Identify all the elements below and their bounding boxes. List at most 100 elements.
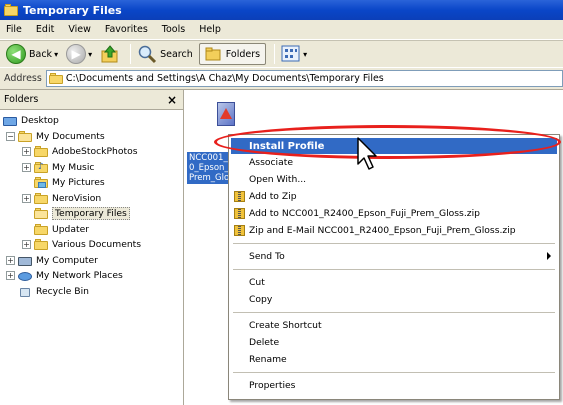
tree-item-label: NeroVision — [52, 192, 102, 204]
folder-tree: Desktop − My Documents + AdobeStockPhoto… — [0, 110, 183, 299]
icc-profile-file-icon[interactable] — [215, 102, 237, 128]
highlight-ellipse-annotation — [214, 125, 561, 159]
tree-item-label: My Documents — [36, 130, 105, 142]
close-icon[interactable]: × — [167, 93, 177, 107]
tree-item-desktop[interactable]: Desktop — [0, 113, 183, 129]
folder-open-icon — [34, 208, 48, 220]
address-bar: Address C:\Documents and Settings\A Chaz… — [0, 68, 563, 90]
views-button[interactable]: ▾ — [279, 43, 309, 65]
folder-icon — [34, 239, 48, 251]
expand-icon[interactable]: + — [22, 240, 31, 250]
address-input[interactable]: C:\Documents and Settings\A Chaz\My Docu… — [45, 70, 563, 87]
menu-item-label: Send To — [249, 251, 285, 262]
tree-item-my-documents[interactable]: − My Documents — [0, 129, 183, 145]
toolbar-separator — [130, 44, 132, 64]
tree-item-label: My Pictures — [52, 177, 105, 189]
tree-item-adobestockphotos[interactable]: + AdobeStockPhotos — [0, 144, 183, 160]
menu-item-label: Zip and E-Mail NCC001_R2400_Epson_Fuji_P… — [249, 225, 516, 236]
search-icon — [138, 45, 157, 64]
folders-pane-header: Folders × — [0, 90, 183, 110]
menu-item-add-to-named-zip[interactable]: Add to NCC001_R2400_Epson_Fuji_Prem_Glos… — [231, 205, 557, 222]
tree-item-various-documents[interactable]: + Various Documents — [0, 237, 183, 253]
views-icon — [281, 45, 300, 62]
menu-item-send-to[interactable]: Send To — [231, 248, 557, 265]
tree-item-my-pictures[interactable]: My Pictures — [0, 175, 183, 191]
tree-item-label: Desktop — [21, 115, 59, 127]
menu-separator — [233, 243, 555, 244]
tree-item-label: AdobeStockPhotos — [52, 146, 138, 158]
network-icon — [18, 270, 32, 282]
computer-icon — [18, 255, 32, 266]
folders-button[interactable]: Folders — [198, 43, 267, 65]
menu-item-rename[interactable]: Rename — [231, 351, 557, 368]
menu-favorites[interactable]: Favorites — [105, 24, 148, 35]
expand-icon[interactable]: + — [22, 162, 31, 172]
menu-view[interactable]: View — [68, 24, 91, 35]
chevron-down-icon[interactable]: ▾ — [303, 50, 307, 59]
tree-item-label: Recycle Bin — [36, 285, 89, 297]
expand-icon[interactable]: + — [6, 271, 15, 281]
tree-item-my-computer[interactable]: + My Computer — [0, 253, 183, 269]
menu-item-delete[interactable]: Delete — [231, 334, 557, 351]
expand-icon[interactable]: + — [22, 193, 31, 203]
menu-item-zip-and-email[interactable]: Zip and E-Mail NCC001_R2400_Epson_Fuji_P… — [231, 222, 557, 239]
tree-item-nerovision[interactable]: + NeroVision — [0, 191, 183, 207]
back-label: Back — [29, 48, 53, 60]
expand-icon[interactable]: + — [22, 147, 31, 157]
forward-button[interactable]: ▶ ▾ — [64, 43, 94, 65]
up-folder-icon — [101, 45, 118, 63]
mouse-pointer-icon — [357, 137, 377, 170]
tree-item-updater[interactable]: Updater — [0, 222, 183, 238]
tree-item-temporary-files[interactable]: Temporary Files — [0, 206, 183, 222]
menu-item-cut[interactable]: Cut — [231, 274, 557, 291]
chevron-down-icon[interactable]: ▾ — [54, 50, 58, 59]
menu-item-copy[interactable]: Copy — [231, 291, 557, 308]
tree-item-label: My Music — [52, 161, 95, 173]
up-folder-button[interactable] — [98, 43, 122, 65]
pictures-folder-icon — [34, 177, 48, 189]
submenu-arrow-icon — [547, 252, 551, 260]
menu-item-open-with[interactable]: Open With... — [231, 171, 557, 188]
folder-icon — [34, 192, 48, 204]
menu-file[interactable]: File — [6, 24, 22, 35]
address-label: Address — [4, 73, 42, 84]
search-label: Search — [160, 48, 193, 60]
toolbar-separator — [274, 44, 276, 64]
folder-icon — [34, 223, 48, 235]
chevron-down-icon[interactable]: ▾ — [88, 50, 92, 59]
title-bar: Temporary Files — [0, 0, 563, 20]
search-button[interactable]: Search — [135, 43, 195, 65]
menu-tools[interactable]: Tools — [162, 24, 185, 35]
context-menu: Install Profile Associate Open With... A… — [228, 134, 560, 400]
back-button[interactable]: ◀ Back ▾ — [4, 43, 60, 65]
menu-separator — [233, 312, 555, 313]
collapse-icon[interactable]: − — [6, 131, 15, 141]
tree-item-recycle-bin[interactable]: Recycle Bin — [0, 284, 183, 300]
back-arrow-icon: ◀ — [6, 44, 26, 64]
file-name-label[interactable]: NCC001_R240 0_Epson_Fuji_ Prem_Gloss — [187, 152, 229, 184]
menu-help[interactable]: Help — [199, 24, 221, 35]
winzip-icon — [234, 191, 245, 202]
tree-item-label: My Network Places — [36, 270, 123, 282]
file-name-line: NCC001_R240 — [189, 153, 229, 163]
menu-item-label: Add to Zip — [249, 191, 297, 202]
window-title: Temporary Files — [23, 3, 122, 17]
file-name-line: Prem_Gloss — [189, 173, 229, 183]
folder-icon — [48, 73, 63, 84]
menu-bar: File Edit View Favorites Tools Help — [0, 20, 563, 40]
menu-item-properties[interactable]: Properties — [231, 377, 557, 394]
desktop-icon — [3, 115, 17, 127]
expand-icon[interactable]: + — [6, 255, 15, 265]
menu-item-create-shortcut[interactable]: Create Shortcut — [231, 317, 557, 334]
menu-separator — [233, 269, 555, 270]
folders-label: Folders — [225, 48, 261, 60]
folders-icon — [205, 47, 221, 61]
address-path: C:\Documents and Settings\A Chaz\My Docu… — [65, 73, 384, 84]
tree-item-my-network-places[interactable]: + My Network Places — [0, 268, 183, 284]
menu-item-add-to-zip[interactable]: Add to Zip — [231, 188, 557, 205]
menu-edit[interactable]: Edit — [36, 24, 54, 35]
file-name-line: 0_Epson_Fuji_ — [189, 163, 229, 173]
tree-item-my-music[interactable]: + My Music — [0, 160, 183, 176]
winzip-icon — [234, 225, 245, 236]
folders-pane: Folders × Desktop − My Documents + Adobe… — [0, 90, 184, 405]
